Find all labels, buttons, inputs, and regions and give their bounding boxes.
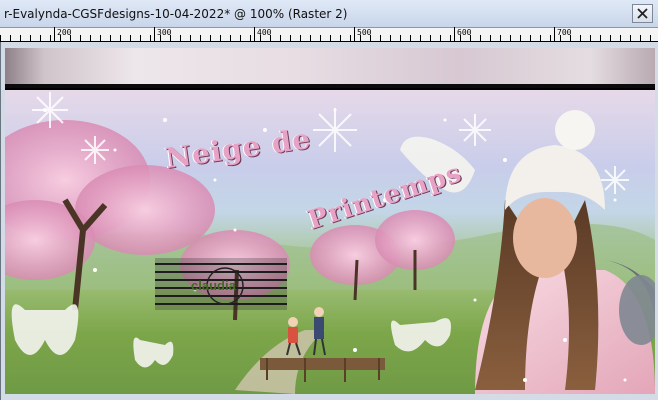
artwork-scene: Neige de Printemps claudia [5,90,655,394]
ruler-label-300: 300 [157,28,172,37]
ruler-label-700: 700 [557,28,572,37]
ruler-major-tick [254,27,255,41]
ruler-major-tick [54,27,55,41]
spring-snow-illustration [5,92,655,394]
ruler-major-tick [454,27,455,41]
artwork-top-band [5,48,655,88]
horizontal-ruler: 200 300 400 500 600 700 [0,27,658,42]
watermark-text: claudia [191,278,236,293]
ruler-major-tick [354,27,355,41]
canvas-workspace[interactable]: Neige de Printemps claudia [0,42,658,400]
ruler-label-600: 600 [457,28,472,37]
ruler-label-200: 200 [57,28,72,37]
ruler-major-tick [554,27,555,41]
artwork-image[interactable]: Neige de Printemps claudia [5,48,655,394]
ruler-label-500: 500 [357,28,372,37]
document-title-bar[interactable]: r-Evalynda-CGSFdesigns-10-04-2022* @ 100… [0,0,658,28]
document-title: r-Evalynda-CGSFdesigns-10-04-2022* @ 100… [4,7,348,21]
ruler-major-tick [154,27,155,41]
close-icon [637,8,648,19]
ruler-label-400: 400 [257,28,272,37]
wooden-bridge [260,358,385,370]
application-window: r-Evalynda-CGSFdesigns-10-04-2022* @ 100… [0,0,658,400]
close-button[interactable] [632,4,653,23]
